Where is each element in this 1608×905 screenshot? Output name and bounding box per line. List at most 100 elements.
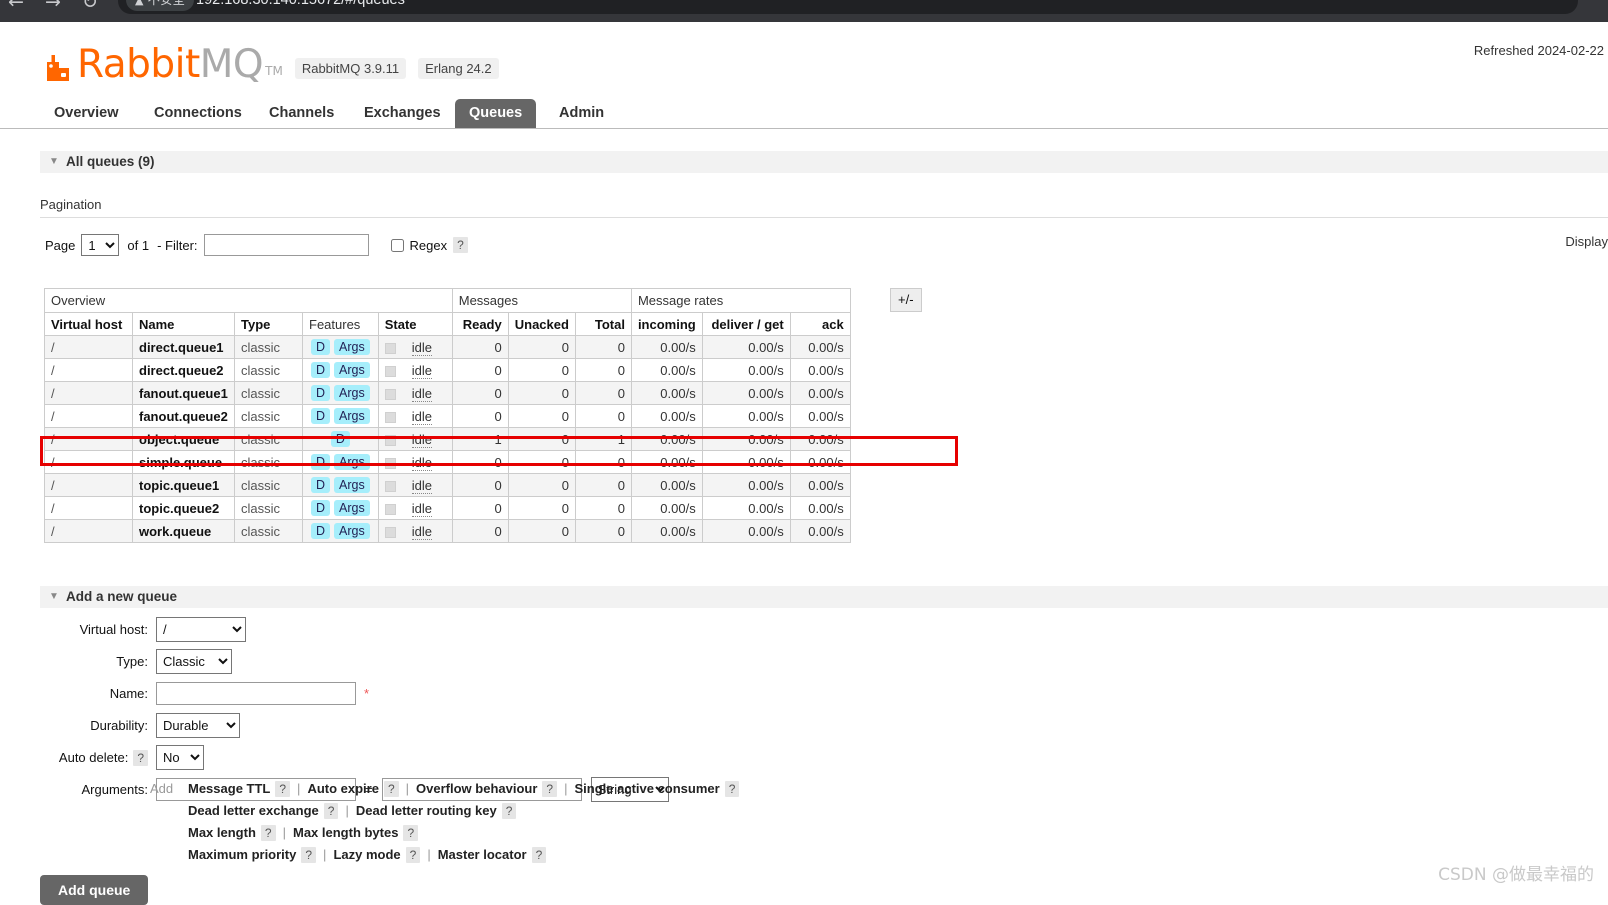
preset-link-dead-letter-exchange[interactable]: Dead letter exchange [188,803,319,818]
column-header-unacked[interactable]: Unacked [507,312,576,336]
preset-help-icon[interactable]: ? [301,847,317,863]
cell-queue-type: classic [234,358,303,382]
feature-badge-d[interactable]: D [330,431,350,447]
add-queue-submit-button[interactable]: Add queue [40,875,149,905]
table-row[interactable]: / direct.queue1 classic D Args idle 0 0 0 0.00/s 0… [44,335,851,359]
tab-connections[interactable]: Connections [140,99,256,128]
feature-badge-d[interactable]: D [311,385,331,401]
cell-queue-name[interactable]: work.queue [132,519,235,543]
feature-badge-d[interactable]: D [311,454,331,470]
preset-help-icon[interactable]: ? [531,847,547,863]
table-row[interactable]: / fanout.queue2 classic D Args idle 0 0 0 0.00/s 0… [44,404,851,428]
preset-help-icon[interactable]: ? [275,781,291,797]
column-header-name[interactable]: Name [132,312,235,336]
column-header-features[interactable]: Features [302,312,379,336]
filter-input[interactable] [203,234,369,256]
preset-link-message-ttl[interactable]: Message TTL [188,781,270,796]
all-queues-section-header[interactable]: ▼ All queues (9) [40,151,1608,173]
cell-queue-name[interactable]: fanout.queue2 [132,404,235,428]
column-header-virtual-host[interactable]: Virtual host [44,312,133,336]
durability-select[interactable]: DurableTransient [156,712,240,738]
cell-queue-name[interactable]: object.queue [132,427,235,451]
feature-badge-d[interactable]: D [311,362,331,378]
feature-badge-args[interactable]: Args [334,500,370,516]
vhost-select[interactable]: / [156,616,246,642]
preset-help-icon[interactable]: ? [542,781,558,797]
feature-badge-args[interactable]: Args [334,454,370,470]
column-header-ack[interactable]: ack [789,312,851,336]
queue-name-input[interactable] [156,681,356,705]
column-header-total[interactable]: Total [574,312,632,336]
column-header-ready[interactable]: Ready [451,312,509,336]
tab-queues[interactable]: Queues [455,99,537,128]
cell-unacked: 0 [507,519,576,543]
collapse-caret-icon[interactable]: ▼ [49,586,59,608]
cell-queue-name[interactable]: direct.queue1 [132,335,235,359]
regex-checkbox[interactable] [390,238,404,252]
preset-link-max-length[interactable]: Max length [188,825,256,840]
feature-badge-args[interactable]: Args [334,477,370,493]
preset-help-icon[interactable]: ? [260,825,276,841]
queue-type-select[interactable]: ClassicQuorumStream [156,648,232,674]
regex-help-icon[interactable]: ? [453,237,468,253]
back-arrow-icon[interactable]: ← [8,0,24,13]
preset-link-max-length-bytes[interactable]: Max length bytes [293,825,398,840]
feature-badge-args[interactable]: Args [334,385,370,401]
rabbitmq-logo[interactable]: RabbitMQ TM RabbitMQ 3.9.11 Erlang 24.2 [45,45,499,84]
preset-link-overflow-behaviour[interactable]: Overflow behaviour [416,781,537,796]
table-row[interactable]: / direct.queue2 classic D Args idle 0 0 0 0.00/s 0… [44,358,851,382]
preset-link-maximum-priority[interactable]: Maximum priority [188,847,296,862]
reload-icon[interactable]: ↻ [82,0,98,13]
preset-help-icon[interactable]: ? [383,781,399,797]
feature-badge-d[interactable]: D [311,500,331,516]
page-number-select[interactable]: 1 [81,234,120,256]
security-warning-chip[interactable]: ▲不安全 [126,0,194,11]
feature-badge-d[interactable]: D [311,477,331,493]
table-row[interactable]: / topic.queue2 classic D Args idle 0 0 0 0.00/s 0.… [44,496,851,520]
preset-help-icon[interactable]: ? [405,847,421,863]
cell-queue-type: classic [234,404,303,428]
column-header-state[interactable]: State [377,312,453,336]
tab-label: Queues [469,105,523,121]
feature-badge-args[interactable]: Args [334,339,370,355]
table-row[interactable]: / topic.queue1 classic D Args idle 0 0 0 0.00/s 0.… [44,473,851,497]
feature-badge-args[interactable]: Args [334,362,370,378]
feature-badge-args[interactable]: Args [334,523,370,539]
preset-help-icon[interactable]: ? [501,803,517,819]
cell-queue-name[interactable]: simple.queue [132,450,235,474]
preset-link-single-active-consumer[interactable]: Single active consumer [574,781,719,796]
cell-queue-name[interactable]: direct.queue2 [132,358,235,382]
preset-help-icon[interactable]: ? [724,781,740,797]
feature-badge-d[interactable]: D [311,523,331,539]
table-row[interactable]: / work.queue classic D Args idle 0 0 0 0.00/s 0.00… [44,519,851,543]
autodelete-select[interactable]: NoYes [156,744,204,770]
cell-queue-name[interactable]: topic.queue1 [132,473,235,497]
cell-rate-ack: 0.00/s [789,473,851,497]
feature-badge-args[interactable]: Args [334,408,370,424]
column-header-deliver-get[interactable]: deliver / get [701,312,791,336]
preset-help-icon[interactable]: ? [403,825,419,841]
forward-arrow-icon[interactable]: → [45,0,61,13]
feature-badge-d[interactable]: D [311,339,331,355]
preset-link-dead-letter-routing-key[interactable]: Dead letter routing key [356,803,497,818]
table-row[interactable]: / object.queue classic Didle 1 0 1 0.00/s 0.00/s… [44,427,851,451]
column-header-type[interactable]: Type [234,312,303,336]
feature-badge-d[interactable]: D [311,408,331,424]
add-queue-section-header[interactable]: ▼ Add a new queue [40,586,1608,608]
preset-link-master-locator[interactable]: Master locator [438,847,527,862]
preset-link-lazy-mode[interactable]: Lazy mode [333,847,400,862]
tab-admin[interactable]: Admin [545,99,618,128]
table-row[interactable]: / fanout.queue1 classic D Args idle 0 0 0 0.00/s 0… [44,381,851,405]
preset-help-icon[interactable]: ? [323,803,339,819]
collapse-caret-icon[interactable]: ▼ [49,151,59,173]
tab-overview[interactable]: Overview [40,99,133,128]
tab-exchanges[interactable]: Exchanges [350,99,455,128]
tab-channels[interactable]: Channels [255,99,348,128]
cell-queue-name[interactable]: topic.queue2 [132,496,235,520]
autodelete-help-icon[interactable]: ? [133,749,148,766]
cell-queue-name[interactable]: fanout.queue1 [132,381,235,405]
toggle-columns-button[interactable]: +/- [890,288,922,312]
table-row[interactable]: / simple.queue classic D Args idle 0 0 0 0.00/s 0.… [44,450,851,474]
preset-link-auto-expire[interactable]: Auto expire [307,781,379,796]
column-header-incoming[interactable]: incoming [630,312,703,336]
